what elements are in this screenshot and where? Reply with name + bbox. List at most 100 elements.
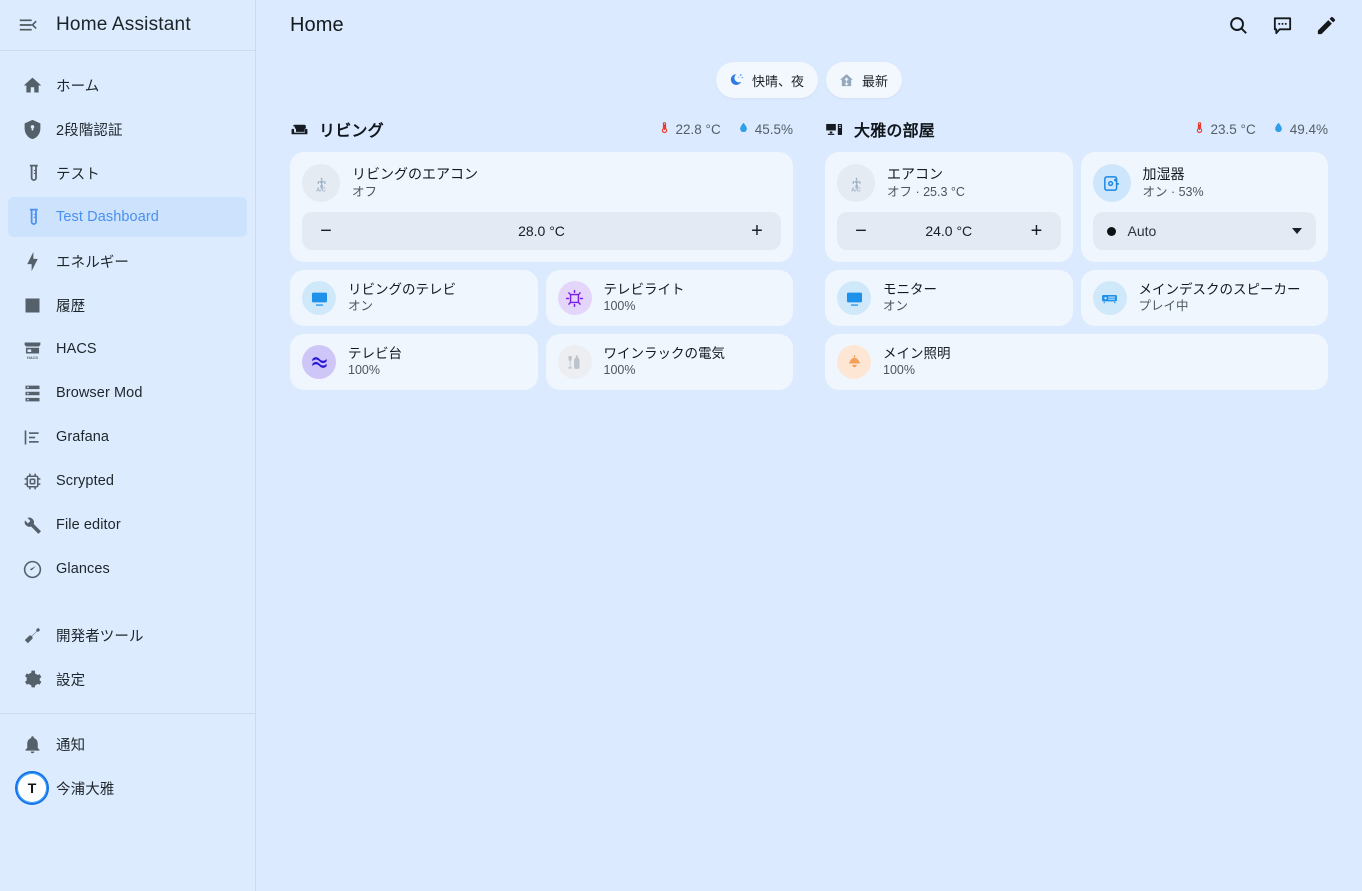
device-name: テレビ台 xyxy=(348,345,402,361)
section-living: リビング 22.8 °C 45.5% A/C リビングのエアコン オフ − 28… xyxy=(290,112,793,390)
shield-lock-icon xyxy=(8,119,56,140)
dashboard-columns: リビング 22.8 °C 45.5% A/C リビングのエアコン オフ − 28… xyxy=(256,112,1362,390)
user-avatar: T xyxy=(15,771,49,805)
sidebar-header: Home Assistant xyxy=(0,0,255,51)
tile-living-tv[interactable]: リビングのテレビ オン xyxy=(290,270,538,326)
section-header: リビング 22.8 °C 45.5% xyxy=(290,112,793,146)
water-drop-icon xyxy=(737,120,750,138)
temperature-control-bar[interactable]: − 24.0 °C + xyxy=(837,212,1061,250)
sidebar-item-label: テスト xyxy=(56,166,100,183)
sidebar-item-test[interactable]: テスト xyxy=(8,153,247,193)
sidebar-item-test-dashboard[interactable]: Test Dashboard xyxy=(8,197,247,237)
top-bar: Home xyxy=(256,0,1362,51)
sidebar-item-label: ホーム xyxy=(56,78,100,95)
temperature-value: 22.8 °C xyxy=(675,121,721,137)
thermostat-row: A/C リビングのエアコン オフ − 28.0 °C + xyxy=(290,152,793,262)
led-strip-icon xyxy=(302,345,336,379)
monitor-icon xyxy=(837,281,871,315)
chart-bar-icon xyxy=(8,295,56,316)
sidebar-item-file-editor[interactable]: File editor xyxy=(8,505,247,545)
device-name: 加湿器 xyxy=(1142,165,1185,182)
grafana-chart-icon xyxy=(8,427,56,448)
thermometer-icon xyxy=(1193,120,1206,138)
sidebar-item-glances[interactable]: Glances xyxy=(8,549,247,589)
sidebar-item-notifications[interactable]: 通知 xyxy=(8,724,247,764)
device-state: 100% xyxy=(348,363,380,378)
television-icon xyxy=(302,281,336,315)
tile-main-desk-speaker[interactable]: メインデスクのスピーカー プレイ中 xyxy=(1080,270,1328,326)
sidebar-item-user[interactable]: T 今浦大雅 xyxy=(8,768,247,808)
thermostat-card-living-ac[interactable]: A/C リビングのエアコン オフ − 28.0 °C + xyxy=(290,152,793,262)
device-state: 100% xyxy=(603,363,636,378)
water-drop-icon xyxy=(1272,120,1285,138)
air-conditioner-icon: A/C xyxy=(837,164,875,202)
device-state: オン xyxy=(348,299,374,314)
sidebar: Home Assistant ホーム 2段階認証 テスト Test Dashbo… xyxy=(0,0,256,891)
sidebar-item-label: Grafana xyxy=(56,429,110,445)
device-state: オン · 53% xyxy=(1142,184,1204,199)
temperature-value: 23.5 °C xyxy=(1210,121,1256,137)
gauge-icon xyxy=(8,559,56,580)
sidebar-item-label: 履歴 xyxy=(56,298,86,315)
temperature-stat: 22.8 °C xyxy=(658,120,721,138)
device-name: エアコン xyxy=(887,165,943,182)
section-masaya-room: 大雅の部屋 23.5 °C 49.4% A/C エアコン オフ · 25.3 °… xyxy=(825,112,1328,390)
weather-chip[interactable]: 快晴、夜 xyxy=(715,62,818,98)
section-stats: 22.8 °C 45.5% xyxy=(658,120,793,138)
section-title: 大雅の部屋 xyxy=(854,123,936,140)
assist-icon[interactable] xyxy=(1260,4,1304,48)
sidebar-item-hacs[interactable]: HACS HACS xyxy=(8,329,247,369)
tiles-row: メイン照明 100% xyxy=(825,334,1328,390)
temperature-increase-button[interactable]: + xyxy=(1027,221,1047,241)
bell-icon xyxy=(8,734,56,755)
air-humidifier-icon xyxy=(1092,164,1131,202)
tiles-row: テレビ台 100% ワインラックの電気 100% xyxy=(290,334,793,390)
sidebar-nav: ホーム 2段階認証 テスト Test Dashboard エネルギー 履歴 HA… xyxy=(0,51,255,891)
thermostat-card-room-ac[interactable]: A/C エアコン オフ · 25.3 °C − 24.0 °C + xyxy=(825,152,1073,262)
menu-collapse-icon[interactable] xyxy=(0,0,56,50)
section-header: 大雅の部屋 23.5 °C 49.4% xyxy=(825,112,1328,146)
sidebar-item-grafana[interactable]: Grafana xyxy=(8,417,247,457)
tile-monitor[interactable]: モニター オン xyxy=(825,270,1073,326)
sidebar-item-history[interactable]: 履歴 xyxy=(8,285,247,325)
sidebar-item-scrypted[interactable]: Scrypted xyxy=(8,461,247,501)
humidifier-mode-value: Auto xyxy=(1127,223,1157,239)
card-header: A/C リビングのエアコン オフ xyxy=(302,164,781,202)
tile-wine-rack-light[interactable]: ワインラックの電気 100% xyxy=(545,334,793,390)
tile-main-light[interactable]: メイン照明 100% xyxy=(825,334,1328,390)
svg-text:A/C: A/C xyxy=(316,187,326,193)
home-update-icon xyxy=(837,71,855,89)
humidifier-card[interactable]: 加湿器 オン · 53% Auto xyxy=(1080,152,1328,262)
sidebar-divider xyxy=(0,713,255,714)
temperature-increase-button[interactable]: + xyxy=(747,221,767,241)
card-header: A/C エアコン オフ · 25.3 °C xyxy=(837,164,1061,202)
sidebar-title: Home Assistant xyxy=(56,14,191,35)
sidebar-item-energy[interactable]: エネルギー xyxy=(8,241,247,281)
glass-wine-bottle-icon xyxy=(557,345,592,379)
temperature-decrease-button[interactable]: − xyxy=(316,221,336,241)
update-chip-label: 最新 xyxy=(862,73,889,89)
device-name: ワインラックの電気 xyxy=(603,345,726,361)
temperature-decrease-button[interactable]: − xyxy=(851,221,871,241)
update-chip[interactable]: 最新 xyxy=(826,62,903,98)
tile-tv-stand[interactable]: テレビ台 100% xyxy=(290,334,538,390)
chevron-down-icon[interactable] xyxy=(1292,228,1302,234)
sidebar-item-label: 開発者ツール xyxy=(56,628,144,645)
sidebar-item-two-factor[interactable]: 2段階認証 xyxy=(8,109,247,149)
search-icon[interactable] xyxy=(1216,4,1260,48)
sidebar-item-settings[interactable]: 設定 xyxy=(8,659,247,699)
device-state: 100% xyxy=(883,363,915,378)
sidebar-item-home[interactable]: ホーム xyxy=(8,65,247,105)
sidebar-item-browser-mod[interactable]: Browser Mod xyxy=(8,373,247,413)
sidebar-item-developer-tools[interactable]: 開発者ツール xyxy=(8,615,247,655)
app-root: Home Assistant ホーム 2段階認証 テスト Test Dashbo… xyxy=(0,0,1362,891)
humidifier-mode-select[interactable]: Auto xyxy=(1092,212,1316,250)
weather-chip-label: 快晴、夜 xyxy=(751,73,804,89)
humidity-value: 45.5% xyxy=(754,121,793,137)
device-state: オフ xyxy=(352,184,378,199)
device-name: メインデスクのスピーカー xyxy=(1138,281,1301,297)
sidebar-item-label: Test Dashboard xyxy=(56,209,159,225)
tile-tv-light[interactable]: テレビライト 100% xyxy=(545,270,793,326)
edit-pencil-icon[interactable] xyxy=(1304,4,1348,48)
temperature-control-bar[interactable]: − 28.0 °C + xyxy=(302,212,781,250)
